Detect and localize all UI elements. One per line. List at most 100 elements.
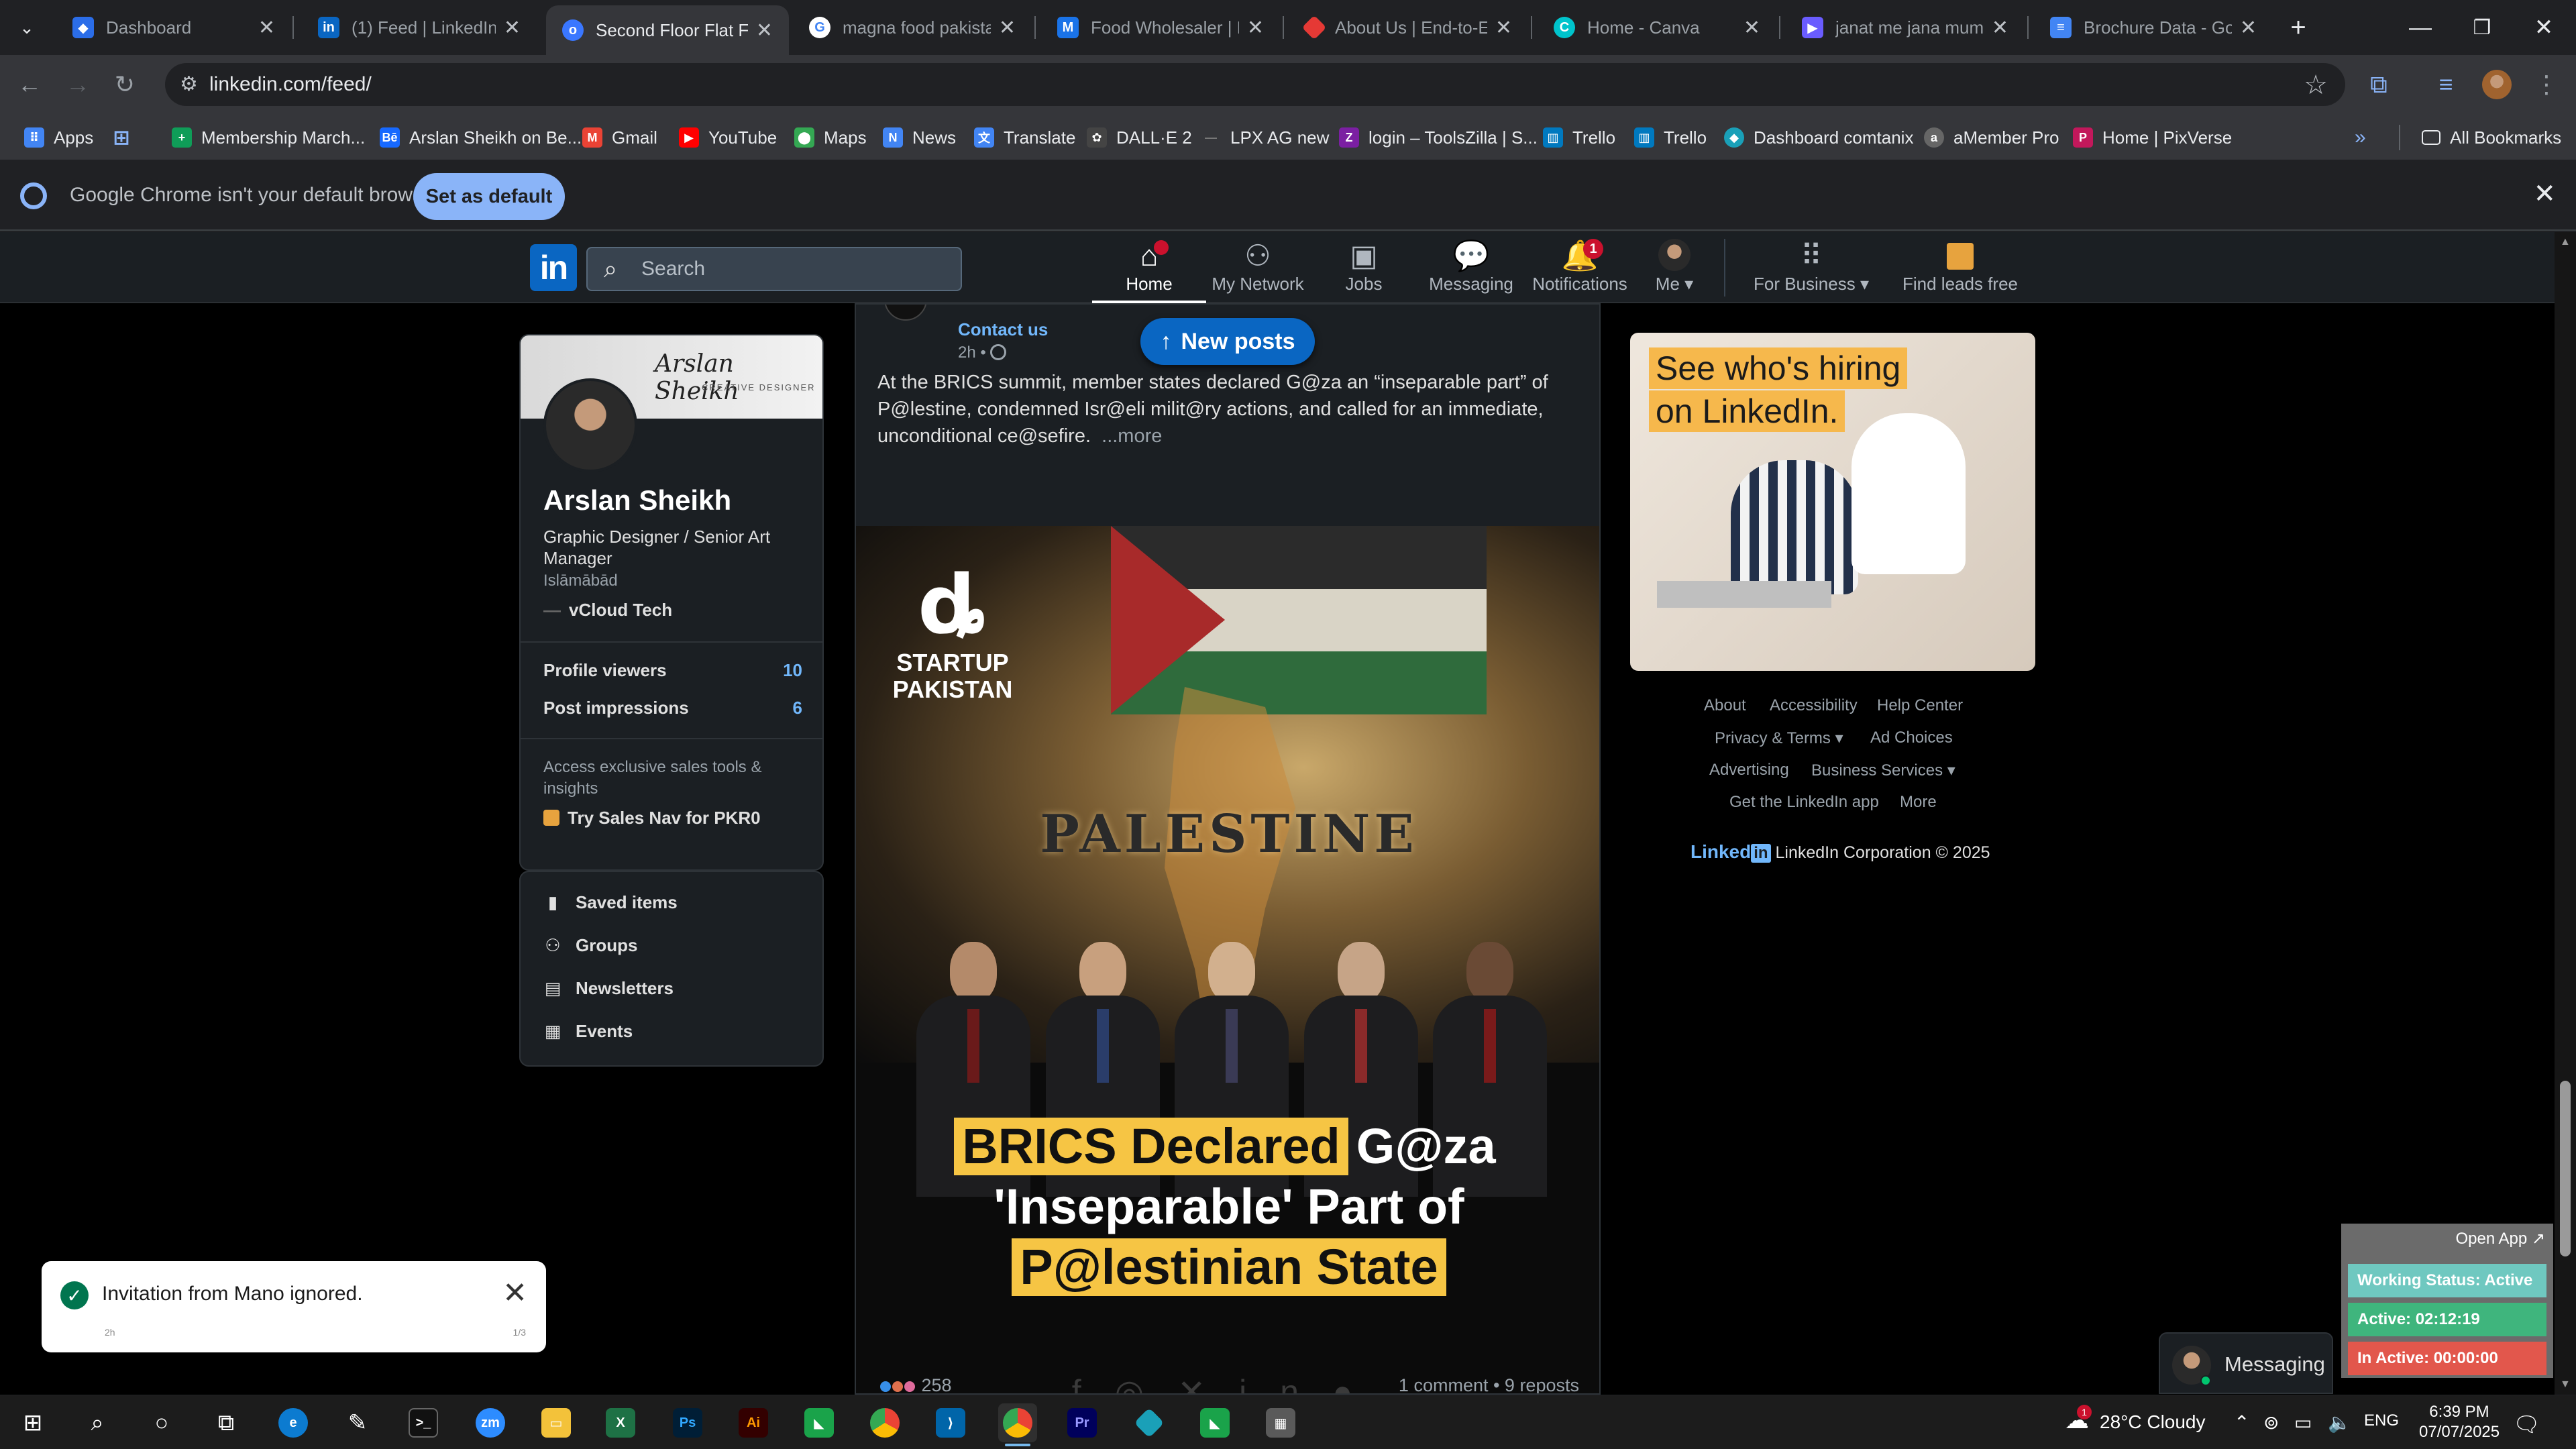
close-tab-icon[interactable]: ✕ [2240,16,2257,40]
restore-button[interactable]: ❐ [2451,0,2513,55]
comments-reposts[interactable]: 1 comment • 9 reposts [1399,1375,1579,1393]
pen-tool-icon[interactable]: ✎ [338,1403,377,1442]
close-window-button[interactable]: ✕ [2513,0,2575,55]
events-link[interactable]: ▦ Events [543,1021,633,1042]
excel-icon[interactable]: X [601,1403,640,1442]
linkedin-logo[interactable]: in [530,244,577,291]
tab-canva[interactable]: C Home - Canva ✕ [1538,4,1776,51]
nav-jobs[interactable]: ▣ Jobs [1307,239,1421,303]
footer-business-services-link[interactable]: Business Services ▾ [1811,761,1955,780]
edge-icon[interactable]: e [274,1403,313,1442]
system-clock[interactable]: 6:39 PM 07/07/2025 [2419,1402,2500,1442]
language-indicator[interactable]: ENG [2364,1411,2399,1430]
open-app-button[interactable]: Open App ↗ [2455,1229,2545,1248]
bookmark-dashboard-comtanix[interactable]: ◆ Dashboard comtanix [1724,123,1913,152]
bookmark-grid[interactable]: ⊞ [111,123,141,152]
back-arrow-icon[interactable]: ← [12,67,47,102]
tab-second-floor-flat[interactable]: o Second Floor Flat For ✕ [546,5,789,55]
zoom-icon[interactable]: zm [471,1403,510,1442]
bookmark-trello-2[interactable]: ▥ Trello [1634,123,1707,152]
extensions-icon[interactable]: ⧉ [2361,67,2396,102]
bookmark-dalle[interactable]: ✿ DALL·E 2 [1087,123,1192,152]
nav-find-leads[interactable]: Find leads free [1893,239,2027,303]
messaging-overlay-button[interactable]: Messaging [2159,1332,2333,1394]
close-tab-icon[interactable]: ✕ [999,16,1016,40]
close-tab-icon[interactable]: ✕ [756,19,773,42]
new-tab-button[interactable]: + [2271,0,2325,55]
footer-help-center-link[interactable]: Help Center [1877,696,1963,715]
footer-get-app-link[interactable]: Get the LinkedIn app [1729,793,1879,812]
address-bar[interactable]: ⚙ linkedin.com/feed/ ☆ [165,63,2345,106]
premiere-icon[interactable]: Pr [1063,1403,1102,1442]
close-tab-icon[interactable]: ✕ [504,16,521,40]
post-impressions-row[interactable]: Post impressions 6 [543,698,802,718]
bookmark-membership-march[interactable]: + Membership March... [172,123,365,152]
close-tab-icon[interactable]: ✕ [258,16,275,40]
bookmark-behance[interactable]: Bē Arslan Sheikh on Be... [380,123,582,152]
try-sales-nav-link[interactable]: Try Sales Nav for PKR0 [543,808,761,828]
post-image[interactable]: ȡ STARTUP PAKISTAN PALESTINE BRICS Decla… [856,526,1599,1393]
linkedin-search-input[interactable]: ⌕ Search [586,247,962,291]
media-controls-icon[interactable]: ≡ [2428,67,2463,102]
nav-notifications[interactable]: 🔔 1 Notifications [1523,239,1637,303]
profile-company[interactable]: — vCloud Tech [543,600,672,621]
footer-more-link[interactable]: More [1900,793,1937,812]
set-as-default-button[interactable]: Set as default [413,173,565,220]
site-info-icon[interactable]: ⚙ [180,72,198,96]
bookmark-youtube[interactable]: ▶ YouTube [679,123,777,152]
nav-home[interactable]: ⌂ Home [1092,239,1206,303]
tab-food-wholesaler[interactable]: M Food Wholesaler | Ha ✕ [1041,4,1280,51]
nav-my-network[interactable]: ⚇ My Network [1201,239,1315,303]
bookmark-maps[interactable]: ⬤ Maps [794,123,867,152]
profile-avatar[interactable] [543,378,637,472]
saved-items-link[interactable]: ▮ Saved items [543,892,678,913]
bookmark-pixverse[interactable]: P Home | PixVerse [2073,123,2232,152]
groups-link[interactable]: ⚇ Groups [543,935,637,956]
nav-for-business[interactable]: ⠿ For Business ▾ [1744,239,1878,303]
weather-text[interactable]: 28°C Cloudy [2100,1411,2206,1433]
bookmark-star-icon[interactable]: ☆ [2304,70,2328,101]
tab-janat-video[interactable]: ▶ janat me jana mumki ✕ [1786,4,2025,51]
volume-icon[interactable]: 🔈 [2328,1411,2351,1434]
all-bookmarks-folder[interactable]: All Bookmarks [2422,123,2561,152]
profile-viewers-row[interactable]: Profile viewers 10 [543,660,802,681]
tab-about-us[interactable]: About Us | End-to-En ✕ [1289,4,1528,51]
bookmark-news[interactable]: N News [883,123,956,152]
close-infobar-icon[interactable]: ✕ [2533,178,2556,209]
footer-about-link[interactable]: About [1704,696,1746,715]
forward-arrow-icon[interactable]: → [60,67,95,102]
newsletters-link[interactable]: ▤ Newsletters [543,978,674,999]
tab-brochure-data[interactable]: ≡ Brochure Data - Goo ✕ [2034,4,2273,51]
cloud-weather-icon[interactable]: ☁ 1 [2065,1405,2092,1434]
green-app-2-icon[interactable]: ◣ [1195,1403,1234,1442]
bookmark-amember[interactable]: a aMember Pro [1924,123,2059,152]
footer-privacy-terms-link[interactable]: Privacy & Terms ▾ [1715,729,1843,748]
minimize-button[interactable]: — [2390,0,2451,55]
windows-start-icon[interactable]: ⊞ [13,1403,52,1442]
meet-now-icon[interactable]: ⊚ [2263,1411,2279,1434]
contact-us-link[interactable]: Contact us [958,319,1048,340]
new-posts-button[interactable]: ↑ New posts [1140,318,1315,365]
network-icon[interactable]: ▭ [2294,1411,2312,1434]
bookmark-toolszilla[interactable]: Zlogin – ToolsZilla | S... [1339,123,1538,152]
chrome-active-icon[interactable] [998,1403,1037,1446]
notifications-icon[interactable]: 🗨 [2513,1411,2540,1437]
close-tab-icon[interactable]: ✕ [1743,16,1760,40]
bookmark-lpx[interactable]: — LPX AG new [1201,123,1329,152]
tab-linkedin-feed[interactable]: in (1) Feed | LinkedIn ✕ [302,4,537,51]
close-tab-icon[interactable]: ✕ [1992,16,2008,40]
terminal-icon[interactable]: >_ [404,1403,443,1442]
bookmark-gmail[interactable]: M Gmail [582,123,657,152]
profile-avatar[interactable] [2479,67,2514,102]
profile-name[interactable]: Arslan Sheikh [543,484,731,517]
close-tab-icon[interactable]: ✕ [1495,16,1512,40]
close-toast-icon[interactable]: ✕ [502,1276,527,1310]
photoshop-icon[interactable]: Ps [668,1403,707,1442]
diamond-app-icon[interactable] [1130,1403,1169,1442]
calculator-icon[interactable]: ▦ [1261,1403,1300,1442]
see-more-link[interactable]: ...more [1102,425,1162,447]
chrome-icon[interactable] [865,1403,904,1442]
footer-advertising-link[interactable]: Advertising [1709,761,1789,780]
nav-messaging[interactable]: 💬 Messaging [1414,239,1528,303]
file-explorer-icon[interactable]: ▭ [537,1403,576,1442]
